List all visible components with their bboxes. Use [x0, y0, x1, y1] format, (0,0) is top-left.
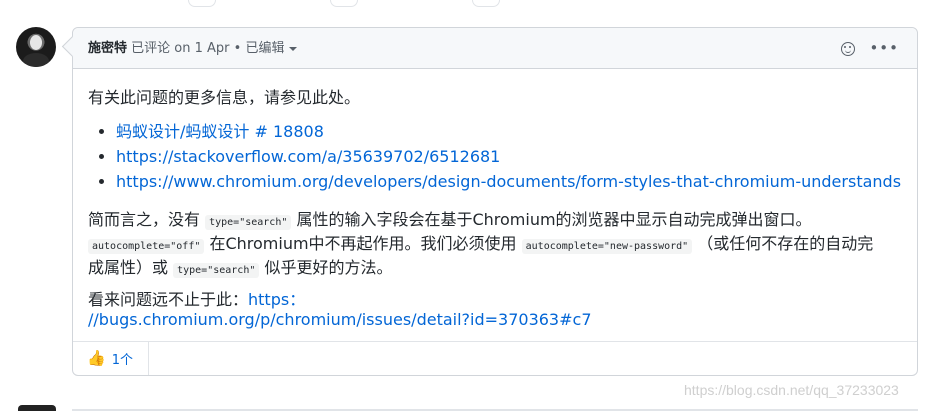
link[interactable]: https://www.chromium.org/developers/desi… [116, 172, 901, 191]
avatar[interactable] [16, 27, 56, 67]
inline-code: autocomplete="new-password" [521, 239, 693, 254]
inline-code: type="search" [205, 215, 292, 230]
avatar-shoulders [23, 53, 49, 67]
inline-code: type="search" [173, 263, 260, 278]
list-item: https://www.chromium.org/developers/desi… [116, 169, 901, 194]
text-fragment: 属性的输入字段会在基于Chromium的浏览器中显示自动完成弹出窗口。 [291, 210, 812, 229]
more-options-icon[interactable]: ••• [869, 28, 899, 69]
reaction-tab-edge [188, 0, 216, 7]
thumbs-up-icon: 👍 [87, 349, 106, 367]
reaction-count: 1个 [111, 353, 133, 368]
link[interactable]: https://stackoverflow.com/a/35639702/651… [116, 147, 500, 166]
chevron-down-icon[interactable] [289, 46, 298, 51]
comment-action: 已评论 [127, 41, 175, 56]
comment-box: 施密特 已评论 on 1 Apr • 已编辑 ••• 有关此问题的更多信息，请参… [72, 27, 918, 376]
followup-paragraph: 看来问题远不止于此：https： //bugs.chromium.org/p/c… [88, 286, 878, 329]
link[interactable]: //bugs.chromium.org/p/chromium/issues/de… [88, 310, 592, 329]
reaction-tab-edge [330, 0, 358, 7]
next-avatar-edge [18, 405, 56, 411]
intro-text: 有关此问题的更多信息，请参见此处。 [88, 88, 361, 107]
comment-date[interactable]: on 1 Apr [174, 41, 229, 56]
list-item: https://stackoverflow.com/a/35639702/651… [116, 144, 901, 169]
link-list: 蚂蚁设计/蚂蚁设计 # 18808 https://stackoverflow.… [88, 119, 901, 194]
link[interactable]: 蚂蚁设计/蚂蚁设计 # 18808 [116, 122, 324, 141]
explanation-paragraph: 简而言之，没有 type="search" 属性的输入字段会在基于Chromiu… [88, 206, 878, 278]
add-reaction-icon[interactable] [841, 41, 856, 56]
text-fragment: 看来问题远不止于此： [88, 290, 249, 309]
list-item: 蚂蚁设计/蚂蚁设计 # 18808 [116, 119, 901, 144]
previous-comment-edge [0, 0, 938, 10]
meta-separator: • [229, 41, 246, 56]
comment-footer: 👍 1个 [73, 341, 917, 375]
edited-label[interactable]: 已编辑 [245, 41, 284, 56]
comment-header: 施密特 已评论 on 1 Apr • 已编辑 ••• [73, 28, 917, 69]
link[interactable]: https： [248, 290, 305, 309]
text-fragment: 在Chromium中不再起作用。我们必须使用 [204, 234, 522, 253]
text-fragment: 简而言之，没有 [88, 210, 206, 229]
comment-author[interactable]: 施密特 [88, 41, 127, 56]
reaction-tab-edge [472, 0, 500, 7]
reaction-button[interactable]: 👍 1个 [73, 342, 149, 375]
watermark: https://blog.csdn.net/qq_37233023 [684, 382, 899, 398]
avatar-face [30, 35, 42, 50]
text-fragment: 似乎更好的方法。 [259, 258, 393, 277]
inline-code: autocomplete="off" [88, 239, 205, 254]
